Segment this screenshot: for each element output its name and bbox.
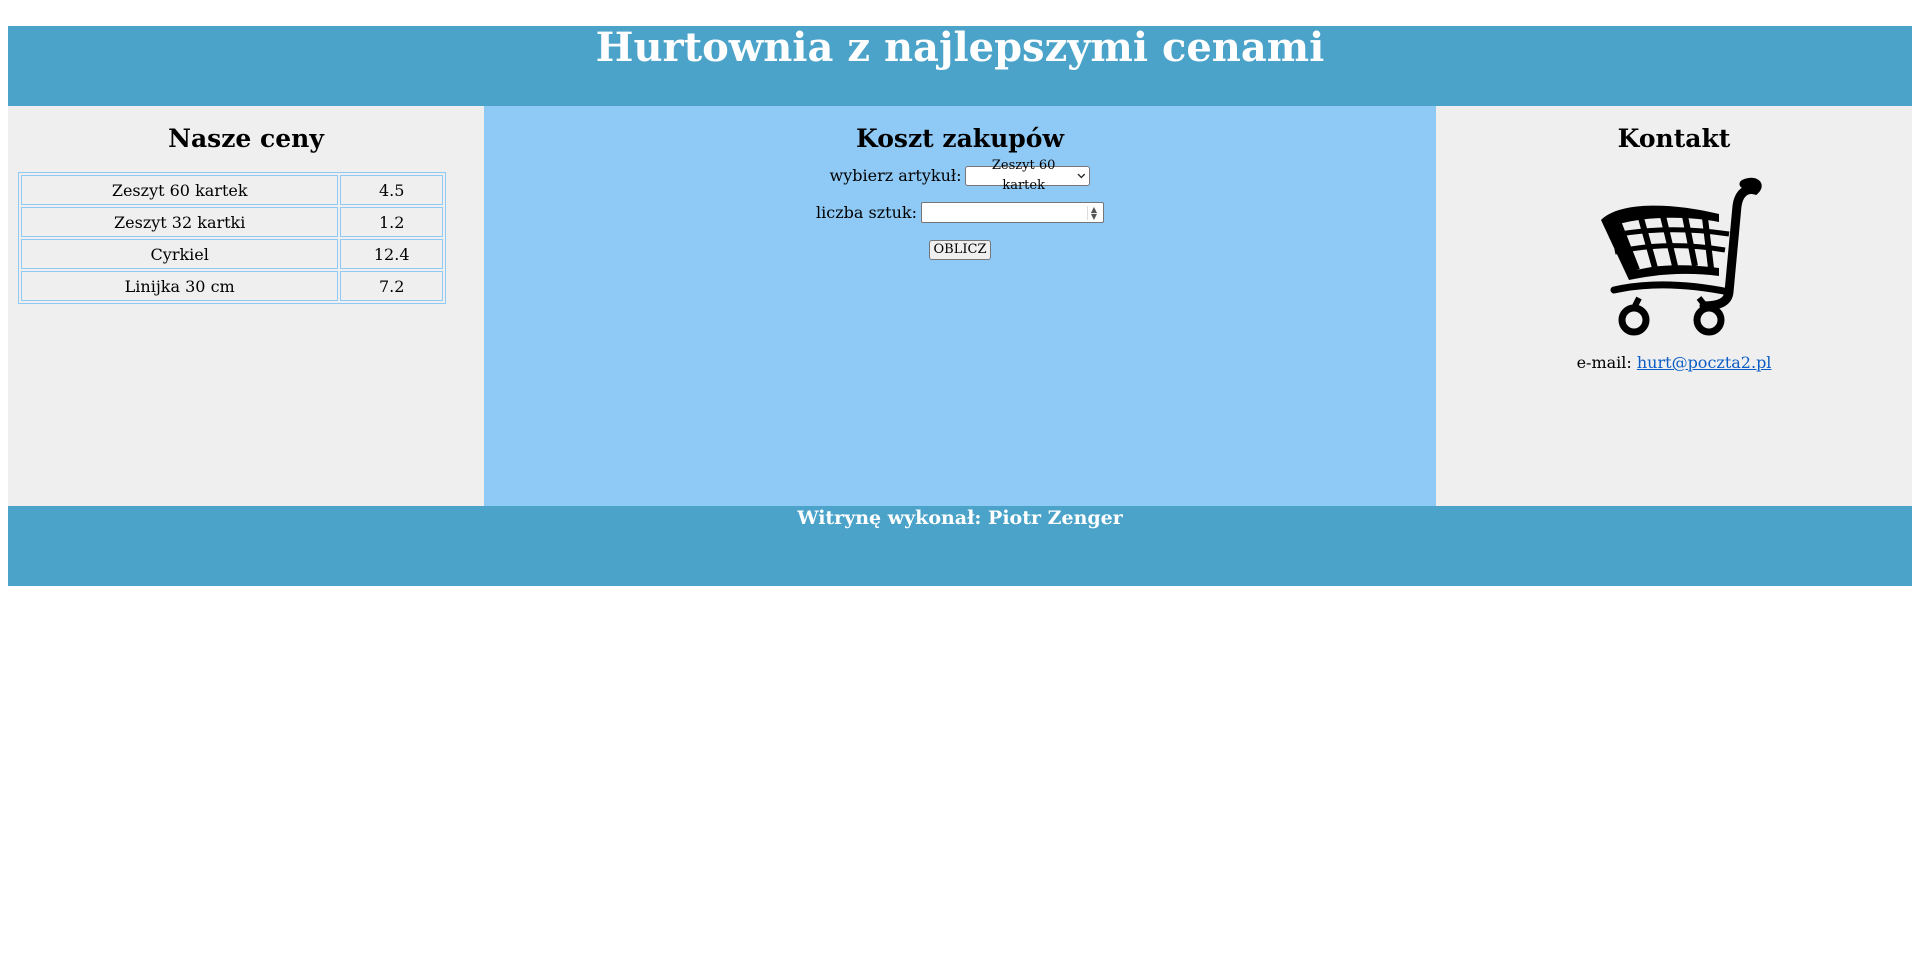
article-row: wybierz artykuł: Zeszyt 60 kartek [484,158,1436,193]
prices-heading: Nasze ceny [168,124,324,153]
item-price: 1.2 [340,207,443,237]
quantity-label: liczba sztuk: [816,202,917,222]
item-name: Linijka 30 cm [21,271,339,301]
price-table: Zeszyt 60 kartek 4.5 Zeszyt 32 kartki 1.… [18,172,446,304]
header-banner: Hurtownia z najlepszymi cenami [8,26,1912,106]
table-row: Cyrkiel 12.4 [21,239,443,269]
item-name: Cyrkiel [21,239,339,269]
footer-banner: Witrynę wykonał: Piotr Zenger [8,506,1912,586]
email-label: e-mail: [1576,353,1632,372]
contact-heading: Kontakt [1617,124,1731,153]
shopping-cart-icon [1436,172,1912,337]
item-name: Zeszyt 32 kartki [21,207,339,237]
contact-panel: Kontakt e-mail: hurt@poczta2.pl [1436,106,1912,506]
quantity-row: liczba sztuk: ▲ ▼ [484,202,1436,223]
table-row: Zeszyt 32 kartki 1.2 [21,207,443,237]
item-price: 7.2 [340,271,443,301]
chevron-down-icon [1077,173,1085,179]
main-row: Nasze ceny Zeszyt 60 kartek 4.5 Zeszyt 3… [8,106,1912,506]
article-select[interactable]: Zeszyt 60 kartek [965,158,1091,193]
item-name: Zeszyt 60 kartek [21,175,339,205]
footer-text: Witrynę wykonał: Piotr Zenger [797,507,1123,529]
prices-panel: Nasze ceny Zeszyt 60 kartek 4.5 Zeszyt 3… [8,106,484,506]
article-selected-value: Zeszyt 60 kartek [991,158,1056,193]
quantity-input[interactable]: ▲ ▼ [920,202,1104,223]
quantity-stepper[interactable]: ▲ ▼ [1086,205,1100,220]
table-row: Linijka 30 cm 7.2 [21,271,443,301]
item-price: 4.5 [340,175,443,205]
item-price: 12.4 [340,239,443,269]
stepper-down-icon[interactable]: ▼ [1091,212,1097,220]
table-row: Zeszyt 60 kartek 4.5 [21,175,443,205]
article-label: wybierz artykuł: [829,166,962,185]
email-link[interactable]: hurt@poczta2.pl [1637,353,1772,372]
calculate-button[interactable]: OBLICZ [928,240,992,260]
calculator-heading: Koszt zakupów [856,124,1064,153]
page-title: Hurtownia z najlepszymi cenami [595,24,1325,71]
contact-email-line: e-mail: hurt@poczta2.pl [1436,353,1912,372]
page: Hurtownia z najlepszymi cenami Nasze cen… [8,26,1912,586]
calculator-panel: Koszt zakupów wybierz artykuł: Zeszyt 60… [484,106,1436,506]
